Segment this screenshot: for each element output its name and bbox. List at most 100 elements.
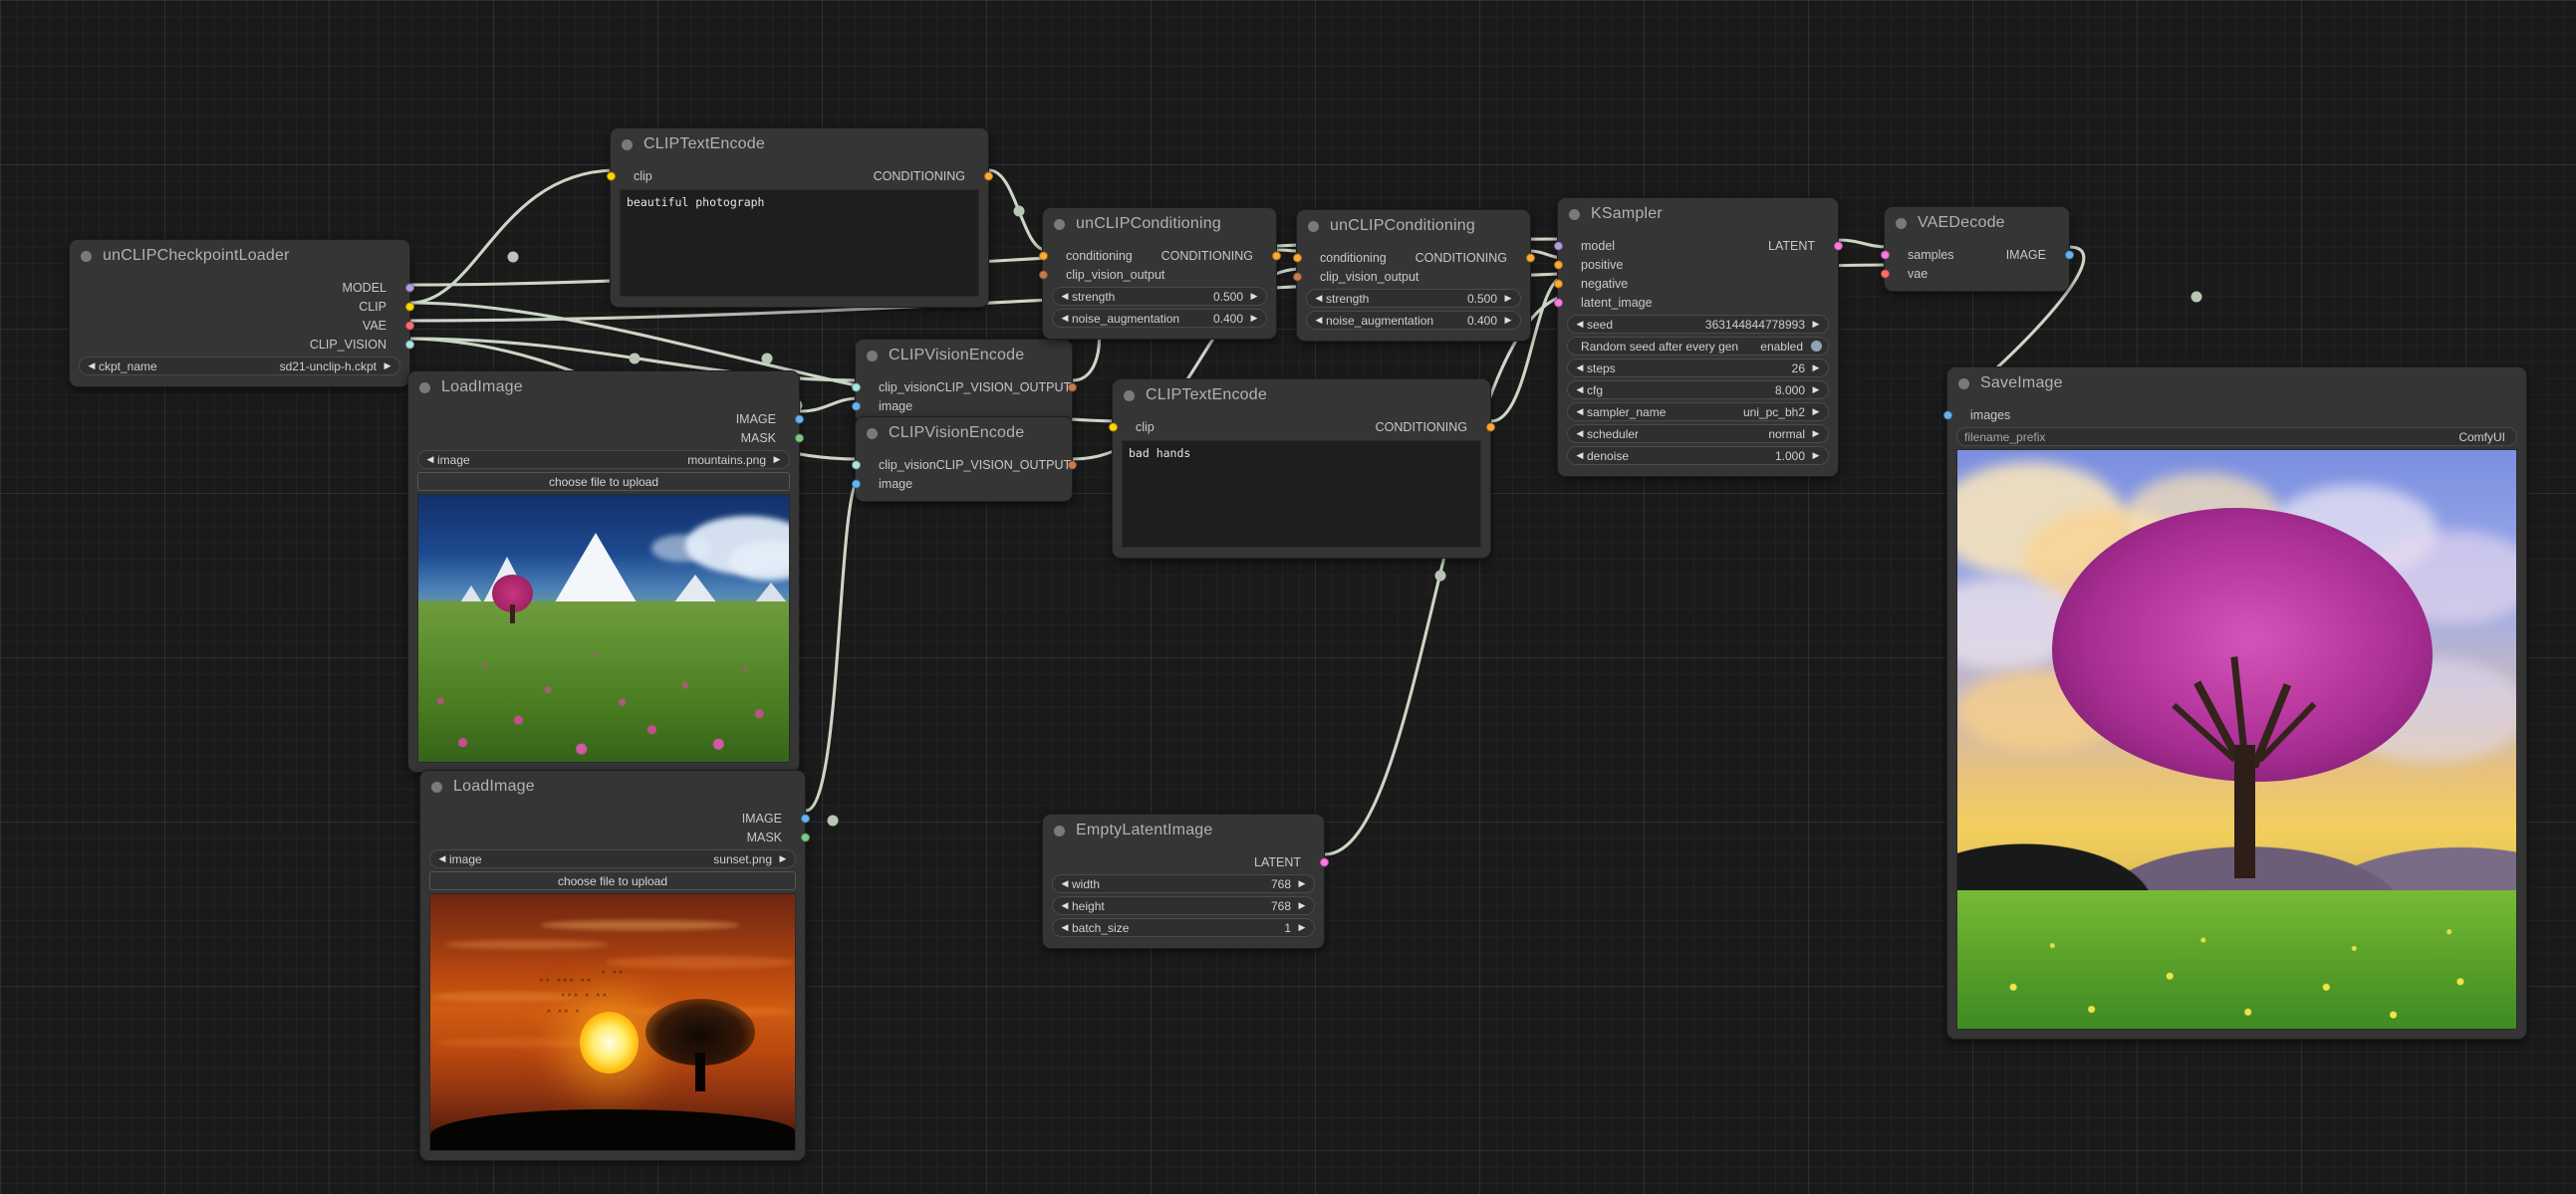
widget-noise-augmentation[interactable]: ◀ noise_augmentation 0.400 ▶ — [1306, 311, 1521, 330]
chevron-left-icon[interactable]: ◀ — [1059, 923, 1071, 932]
input-slot-positive[interactable]: positive — [1553, 255, 1838, 274]
chevron-left-icon[interactable]: ◀ — [86, 361, 98, 370]
chevron-left-icon[interactable]: ◀ — [1574, 451, 1586, 460]
prompt-textarea-positive[interactable]: beautiful photograph — [620, 189, 979, 297]
chevron-right-icon[interactable]: ▶ — [1296, 879, 1308, 888]
widget-filename-prefix[interactable]: filename_prefix ComfyUI — [1956, 427, 2517, 446]
widget-steps[interactable]: ◀ steps 26 ▶ — [1567, 358, 1829, 377]
slot-row-samples-image[interactable]: samples IMAGE — [1880, 245, 2074, 264]
input-slot-clip-vision-output[interactable]: clip_vision_output — [1038, 265, 1276, 284]
chevron-left-icon[interactable]: ◀ — [1059, 314, 1071, 323]
collapse-dot-icon[interactable] — [867, 350, 878, 361]
input-slot-clip-vision-output[interactable]: clip_vision_output — [1292, 267, 1530, 286]
slot-row-clipvision-output[interactable]: clip_vision CLIP_VISION_OUTPUT — [851, 455, 1077, 474]
port-dot-clip[interactable] — [404, 302, 414, 311]
chevron-left-icon[interactable]: ◀ — [424, 455, 436, 464]
upload-file-button[interactable]: choose file to upload — [429, 871, 796, 890]
chevron-right-icon[interactable]: ▶ — [1810, 451, 1822, 460]
port-dot-conditioning-output[interactable] — [1525, 253, 1535, 262]
collapse-dot-icon[interactable] — [1569, 208, 1580, 220]
chevron-right-icon[interactable]: ▶ — [1502, 294, 1514, 303]
node-title-bar[interactable]: LoadImage — [420, 771, 805, 803]
slot-row-clipvision-output[interactable]: clip_vision CLIP_VISION_OUTPUT — [851, 377, 1077, 396]
collapse-dot-icon[interactable] — [81, 250, 92, 262]
chevron-right-icon[interactable]: ▶ — [1810, 363, 1822, 372]
widget-cfg[interactable]: ◀ cfg 8.000 ▶ — [1567, 380, 1829, 399]
port-dot-conditioning-output[interactable] — [1485, 422, 1495, 431]
chevron-right-icon[interactable]: ▶ — [777, 854, 789, 863]
port-dot-images-input[interactable] — [1942, 410, 1952, 419]
node-clip-text-encode-negative[interactable]: CLIPTextEncode clip CONDITIONING bad han… — [1108, 378, 1495, 559]
node-title-bar[interactable]: EmptyLatentImage — [1043, 815, 1324, 846]
chevron-left-icon[interactable]: ◀ — [1059, 292, 1071, 301]
port-dot-clip-vision-input[interactable] — [851, 460, 861, 469]
collapse-dot-icon[interactable] — [1958, 377, 1969, 389]
port-dot-clip-vision[interactable] — [404, 340, 414, 349]
port-dot-latent-output[interactable] — [1833, 241, 1843, 250]
port-dot-vae-input[interactable] — [1880, 269, 1890, 278]
upload-file-button[interactable]: choose file to upload — [417, 472, 790, 491]
node-title-bar[interactable]: CLIPTextEncode — [611, 128, 988, 160]
port-dot-model-input[interactable] — [1553, 241, 1563, 250]
port-dot-latent[interactable] — [1319, 857, 1329, 866]
image-preview-mountains[interactable] — [417, 494, 790, 763]
input-slot-image[interactable]: image — [851, 396, 1072, 415]
chevron-left-icon[interactable]: ◀ — [436, 854, 448, 863]
node-title-bar[interactable]: unCLIPCheckpointLoader — [70, 240, 409, 272]
node-unclip-conditioning-2[interactable]: unCLIPConditioning conditioning CONDITIO… — [1292, 209, 1535, 342]
chevron-right-icon[interactable]: ▶ — [1248, 314, 1260, 323]
port-dot-clip-vision-output[interactable] — [1067, 460, 1077, 469]
widget-batch-size[interactable]: ◀ batch_size 1 ▶ — [1052, 918, 1315, 937]
widget-strength[interactable]: ◀ strength 0.500 ▶ — [1306, 289, 1521, 308]
chevron-right-icon[interactable]: ▶ — [1502, 316, 1514, 325]
node-save-image[interactable]: SaveImage images filename_prefix ComfyUI — [1942, 366, 2527, 1040]
port-dot-positive-input[interactable] — [1553, 260, 1563, 269]
node-unclip-checkpoint-loader[interactable]: unCLIPCheckpointLoader MODEL CLIP VAE CL… — [69, 239, 414, 387]
input-slot-image[interactable]: image — [851, 474, 1072, 493]
node-empty-latent-image[interactable]: EmptyLatentImage LATENT ◀ width 768 ▶ ◀ … — [1042, 814, 1329, 949]
widget-width[interactable]: ◀ width 768 ▶ — [1052, 874, 1315, 893]
widget-sampler-name[interactable]: ◀ sampler_name uni_pc_bh2 ▶ — [1567, 402, 1829, 421]
port-dot-image-input[interactable] — [851, 401, 861, 410]
input-slot-images[interactable]: images — [1942, 405, 2526, 424]
widget-random-seed-toggle[interactable]: Random seed after every gen enabled — [1567, 337, 1829, 356]
output-slot-image[interactable]: IMAGE — [420, 809, 810, 828]
node-title-bar[interactable]: SaveImage — [1947, 367, 2526, 399]
output-image-preview[interactable] — [1956, 449, 2517, 1030]
port-dot-negative-input[interactable] — [1553, 279, 1563, 288]
port-dot-clip-vision-output[interactable] — [1067, 382, 1077, 391]
output-slot-clip-vision[interactable]: CLIP_VISION — [70, 335, 414, 354]
node-title-bar[interactable]: LoadImage — [408, 371, 799, 403]
chevron-right-icon[interactable]: ▶ — [1810, 320, 1822, 329]
slot-row-model-latent[interactable]: model LATENT — [1553, 236, 1843, 255]
chevron-right-icon[interactable]: ▶ — [1296, 901, 1308, 910]
widget-ckpt-name[interactable]: ◀ ckpt_name sd21-unclip-h.ckpt ▶ — [79, 357, 400, 375]
chevron-left-icon[interactable]: ◀ — [1574, 363, 1586, 372]
output-slot-clip[interactable]: CLIP — [70, 297, 414, 316]
port-dot-clip-vision-output-input[interactable] — [1038, 270, 1048, 279]
port-dot-mask[interactable] — [800, 833, 810, 841]
output-slot-model[interactable]: MODEL — [70, 278, 414, 297]
collapse-dot-icon[interactable] — [1054, 825, 1065, 836]
slot-row-clip-conditioning[interactable]: clip CONDITIONING — [1108, 417, 1495, 436]
output-slot-latent[interactable]: LATENT — [1043, 852, 1329, 871]
chevron-left-icon[interactable]: ◀ — [1574, 407, 1586, 416]
collapse-dot-icon[interactable] — [1124, 389, 1135, 401]
chevron-left-icon[interactable]: ◀ — [1574, 429, 1586, 438]
port-dot-vae[interactable] — [404, 321, 414, 330]
prompt-textarea-negative[interactable]: bad hands — [1122, 440, 1481, 548]
input-slot-negative[interactable]: negative — [1553, 274, 1838, 293]
chevron-left-icon[interactable]: ◀ — [1059, 879, 1071, 888]
widget-strength[interactable]: ◀ strength 0.500 ▶ — [1052, 287, 1267, 306]
widget-image-filename[interactable]: ◀ image mountains.png ▶ — [417, 450, 790, 469]
widget-noise-augmentation[interactable]: ◀ noise_augmentation 0.400 ▶ — [1052, 309, 1267, 328]
output-slot-image[interactable]: IMAGE — [408, 409, 804, 428]
output-slot-mask[interactable]: MASK — [408, 428, 804, 447]
node-clip-vision-encode-2[interactable]: CLIPVisionEncode clip_vision CLIP_VISION… — [851, 416, 1077, 502]
chevron-right-icon[interactable]: ▶ — [382, 361, 393, 370]
port-dot-image[interactable] — [794, 414, 804, 423]
port-dot-model[interactable] — [404, 283, 414, 292]
collapse-dot-icon[interactable] — [1896, 217, 1907, 229]
chevron-right-icon[interactable]: ▶ — [1810, 385, 1822, 394]
chevron-left-icon[interactable]: ◀ — [1574, 320, 1586, 329]
